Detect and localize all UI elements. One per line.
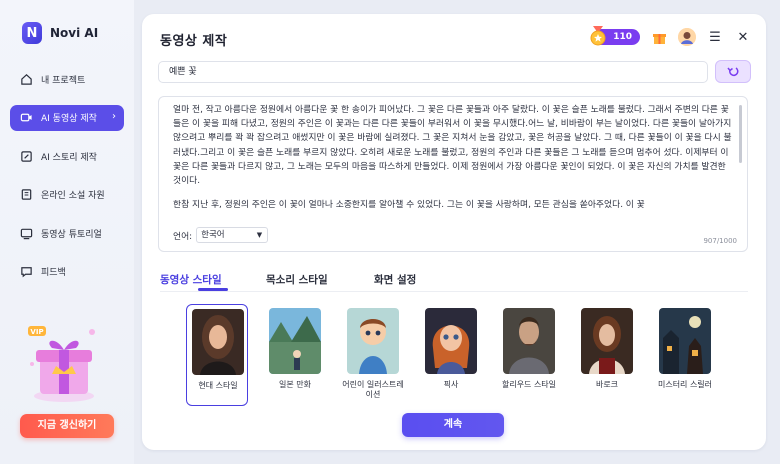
header-actions: 110 ☰ ✕ <box>590 26 752 46</box>
menu-icon[interactable]: ☰ <box>706 28 724 46</box>
feedback-icon <box>20 265 33 278</box>
page-title: 동영상 제작 <box>160 34 228 49</box>
style-thumbnail <box>192 309 244 375</box>
sidebar-item-label: 동영상 튜토리얼 <box>41 229 102 240</box>
style-card-mystery[interactable]: 미스터리 스릴러 <box>654 304 716 406</box>
language-label: 언어: <box>173 231 193 242</box>
avatar[interactable] <box>678 28 696 46</box>
style-thumbnail <box>659 308 711 374</box>
regenerate-button[interactable] <box>715 60 751 83</box>
character-counter: 907/1000 <box>703 237 737 245</box>
sidebar-item-ai-video[interactable]: AI 동영상 제작 › <box>10 104 124 131</box>
logo-icon: N <box>22 22 42 44</box>
style-card-hollywood[interactable]: 할리우드 스타일 <box>498 304 560 406</box>
vip-badge: VIP <box>30 328 43 336</box>
caret-down-icon: ▼ <box>256 231 263 239</box>
app-logo[interactable]: N Novi AI <box>22 22 98 44</box>
story-text[interactable]: 얼마 전, 작고 아름다운 정원에서 아름다운 꽃 한 송이가 피어났다. 그 … <box>173 103 735 227</box>
tutorial-icon <box>20 227 33 240</box>
style-card-modern[interactable]: 현대 스타일 <box>186 304 248 406</box>
sidebar-item-label: 피드백 <box>41 268 66 279</box>
sidebar-item-label: AI 스토리 제작 <box>41 152 97 163</box>
sidebar-item-novel-resources[interactable]: 온라인 소설 자원 <box>10 182 124 208</box>
sidebar-item-label: AI 동영상 제작 <box>41 114 97 125</box>
style-thumbnail <box>581 308 633 374</box>
sidebar-item-label: 내 프로젝트 <box>41 75 86 86</box>
app-name: Novi AI <box>50 26 99 40</box>
main-panel: 동영상 제작 110 ☰ ✕ 예쁜 꽃 얼마 전, 작고 아름다운 정원에서 아… <box>142 14 766 450</box>
points-badge[interactable]: 110 <box>590 26 640 46</box>
tab-screen-settings[interactable]: 화면 설정 <box>374 272 416 287</box>
sidebar-nav: 내 프로젝트 AI 동영상 제작 › AI 스토리 제작 온라인 소설 자원 동… <box>10 66 124 298</box>
style-thumbnail <box>347 308 399 374</box>
active-tab-indicator <box>198 288 228 291</box>
close-icon[interactable]: ✕ <box>734 28 752 46</box>
style-gallery: 현대 스타일 일본 만화 어린이 일러스트레이션 픽사 할리우드 스타일 바로크… <box>186 304 726 410</box>
scrollbar[interactable] <box>739 105 742 163</box>
style-card-children[interactable]: 어린이 일러스트레이션 <box>342 304 404 406</box>
style-label: 미스터리 스릴러 <box>657 380 713 389</box>
medal-icon <box>590 26 606 46</box>
continue-button[interactable]: 계속 <box>402 413 504 437</box>
video-title-field[interactable]: 예쁜 꽃 <box>158 61 708 83</box>
style-card-pixar[interactable]: 픽사 <box>420 304 482 406</box>
sidebar-item-tutorials[interactable]: 동영상 튜토리얼 <box>10 220 124 246</box>
style-label: 현대 스타일 <box>198 381 238 390</box>
style-thumbnail <box>503 308 555 374</box>
story-editor[interactable]: 얼마 전, 작고 아름다운 정원에서 아름다운 꽃 한 송이가 피어났다. 그 … <box>158 96 748 252</box>
video-icon <box>20 111 33 124</box>
sidebar-item-label: 온라인 소설 자원 <box>41 191 105 202</box>
sidebar-item-ai-story[interactable]: AI 스토리 제작 <box>10 143 124 169</box>
settings-tabs: 동영상 스타일 목소리 스타일 화면 설정 <box>160 272 748 292</box>
vip-gift-illustration: VIP <box>26 318 102 404</box>
style-label: 어린이 일러스트레이션 <box>342 380 404 399</box>
language-select[interactable]: 한국어 ▼ <box>196 227 269 243</box>
style-label: 바로크 <box>595 380 619 389</box>
style-label: 픽사 <box>443 380 459 389</box>
story-paragraph: 얼마 전, 작고 아름다운 정원에서 아름다운 꽃 한 송이가 피어났다. 그 … <box>173 105 732 187</box>
regenerate-icon <box>727 66 739 76</box>
style-card-baroque[interactable]: 바로크 <box>576 304 638 406</box>
style-label: 일본 만화 <box>279 380 311 389</box>
style-card-anime[interactable]: 일본 만화 <box>264 304 326 406</box>
sidebar-item-feedback[interactable]: 피드백 <box>10 259 124 285</box>
style-label: 할리우드 스타일 <box>501 380 557 389</box>
gift-icon[interactable] <box>650 28 668 46</box>
sidebar: N Novi AI 내 프로젝트 AI 동영상 제작 › AI 스토리 제작 온… <box>0 0 134 464</box>
style-thumbnail <box>425 308 477 374</box>
story-paragraph: 한참 지난 후, 정원의 주인은 이 꽃이 얼마나 소중한지를 알아챌 수 있었… <box>173 200 645 211</box>
upgrade-button[interactable]: 지금 갱신하기 <box>20 414 114 438</box>
home-icon <box>20 73 33 86</box>
edit-icon <box>20 150 33 163</box>
language-row: 언어: 한국어 ▼ <box>173 227 269 243</box>
sidebar-item-my-projects[interactable]: 내 프로젝트 <box>10 66 124 92</box>
tab-voice-style[interactable]: 목소리 스타일 <box>266 272 328 287</box>
language-value: 한국어 <box>201 230 225 240</box>
style-thumbnail <box>269 308 321 374</box>
chevron-right-icon: › <box>112 110 116 122</box>
book-icon <box>20 188 33 201</box>
tab-video-style[interactable]: 동영상 스타일 <box>160 272 222 287</box>
